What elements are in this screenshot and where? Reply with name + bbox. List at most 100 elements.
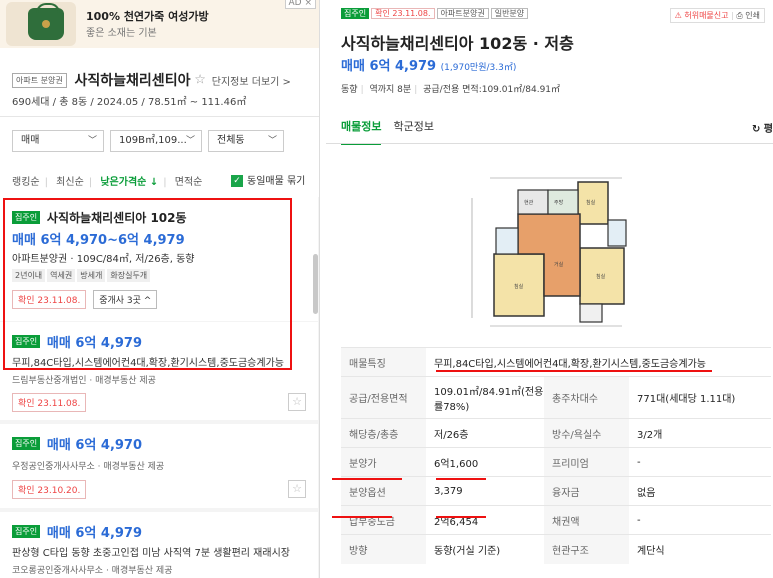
sort-low-price[interactable]: 낮은가격순 ↓ (100, 177, 158, 188)
ad-banner[interactable]: 100% 천연가죽 여성가방 좋은 소재는 기본 AD × (0, 0, 319, 48)
svg-text:침실: 침실 (586, 199, 596, 206)
chevron-down-icon: ﹀ (185, 136, 195, 146)
svg-text:침실: 침실 (596, 273, 606, 280)
app-root: 100% 천연가죽 여성가방 좋은 소재는 기본 AD × 아파트 분양권 사직… (0, 0, 773, 578)
confirm-date-badge: 확인 23.11.08. (12, 393, 87, 412)
table-value: 저/26층 (426, 418, 544, 448)
favorite-star-icon[interactable]: ☆ (288, 393, 306, 411)
highlight-box (3, 198, 292, 370)
table-key: 공급/전용면적 (341, 376, 426, 419)
trade-type-select[interactable]: 매매 ﹀ (12, 130, 104, 152)
sort-latest[interactable]: 최신순 (56, 177, 84, 188)
report-icon: ⚠ (674, 11, 682, 20)
list-item[interactable]: 집주인 매매 6억 4,979 판상형 C타입 동향 초중고인접 미남 사직역 … (0, 512, 318, 578)
highlight-underline (332, 516, 392, 518)
table-value: - (629, 505, 771, 535)
highlight-underline (332, 478, 402, 480)
owner-tag: 집주인 (341, 8, 370, 19)
listing-agent: 우정공인중개사사무소 · 매경부동산 제공 (12, 462, 165, 472)
highlight-underline (436, 370, 712, 372)
svg-text:거실: 거실 (554, 261, 564, 268)
price-per-area: (1,970만원/3.3㎡) (440, 63, 517, 73)
report-button[interactable]: 허위매물신고 (684, 11, 728, 20)
table-row: 납부중도금 2억6,454 채권액 - (341, 505, 771, 535)
listing-price: 매매 6억 4,970 (46, 438, 143, 453)
chevron-down-icon: ﹀ (267, 136, 277, 146)
dong-select[interactable]: 전체동 ﹀ (208, 130, 284, 152)
ad-close-badge[interactable]: AD × (284, 0, 316, 9)
table-key: 방향 (341, 534, 426, 564)
table-key: 방수/욕실수 (544, 418, 629, 448)
chevron-down-icon: ﹀ (87, 136, 97, 146)
detail-title: 사직하늘채리센티아 102동 · 저층 (341, 34, 574, 53)
svg-text:현관: 현관 (524, 199, 534, 206)
table-key: 분양옵션 (341, 476, 426, 506)
table-key: 분양가 (341, 447, 426, 477)
print-button[interactable]: 인쇄 (745, 11, 760, 20)
area-select[interactable]: 109B㎡,109... ﹀ (110, 130, 202, 152)
sort-options: 랭킹순 | 최신순 | 낮은가격순 ↓ | 면적순 (12, 177, 203, 188)
table-row: 공급/전용면적 109.01㎡/84.91㎡(전용률78%) 총주차대수 771… (341, 376, 771, 419)
ad-subtitle: 좋은 소재는 기본 (86, 28, 157, 39)
svg-text:침실: 침실 (514, 283, 524, 290)
listing-detail-table: 매물특징 무피,84C타입,시스템에어컨4대,확장,환기시스템,중도금승계가능 … (341, 347, 771, 564)
table-key: 채권액 (544, 505, 629, 535)
listing-agent: 코오롱공인중개사사무소 · 매경부동산 제공 (12, 566, 173, 576)
highlight-underline (436, 478, 486, 480)
group-same-listings-checkbox[interactable]: ✓ 동일매물 묶기 (231, 172, 305, 187)
refresh-button[interactable]: ↻ 평 (752, 120, 773, 135)
owner-tag: 집주인 (12, 525, 41, 538)
confirm-date-badge: 확인 23.11.08. (371, 8, 435, 19)
favorite-star-icon[interactable]: ☆ (194, 73, 206, 88)
complex-detail-link[interactable]: 단지정보 더보기 > (212, 77, 291, 88)
list-item[interactable]: 집주인 매매 6억 4,970 우정공인중개사사무소 · 매경부동산 제공 확인… (0, 424, 318, 508)
table-row: 분양가 6억1,600 프리미엄 - (341, 447, 771, 477)
detail-price: 매매 6억 4,979 (1,970만원/3.3㎡) (341, 55, 516, 74)
table-value: 771대(세대당 1.11대) (629, 376, 771, 419)
table-row: 매물특징 무피,84C타입,시스템에어컨4대,확장,환기시스템,중도금승계가능 (341, 347, 771, 377)
type-tag: 아파트분양권 (436, 8, 489, 19)
table-value: 무피,84C타입,시스템에어컨4대,확장,환기시스템,중도금승계가능 (426, 347, 771, 377)
listing-agent: 드림부동산중개법인 · 매경부동산 제공 (12, 376, 156, 386)
check-icon: ✓ (231, 175, 243, 187)
confirm-date-badge: 확인 23.10.20. (12, 480, 87, 499)
group-same-listings-label: 동일매물 묶기 (247, 176, 306, 187)
ad-image (6, 2, 76, 46)
complex-header: 아파트 분양권 사직하늘채리센티아 ☆ 단지정보 더보기 > (12, 70, 312, 90)
table-key: 매물특징 (341, 347, 426, 377)
owner-tag: 집주인 (12, 437, 41, 450)
tab-listing-info[interactable]: 매물정보 (341, 118, 382, 145)
table-value: 계단식 (629, 534, 771, 564)
table-key: 융자금 (544, 476, 629, 506)
complex-info: 690세대 / 총 8동 / 2024.05 / 78.51㎡ ~ 111.46… (12, 97, 247, 108)
table-value: 2억6,454 (426, 505, 544, 535)
detail-price-value: 매매 6억 4,979 (341, 59, 437, 74)
complex-name: 사직하늘채리센티아 (74, 73, 191, 89)
table-value: 동향(거실 기준) (426, 534, 544, 564)
listing-panel: 100% 천연가죽 여성가방 좋은 소재는 기본 AD × 아파트 분양권 사직… (0, 0, 320, 578)
detail-tabs: 매물정보 학군정보 (341, 118, 446, 145)
divider (0, 116, 319, 117)
sort-area[interactable]: 면적순 (175, 177, 203, 188)
bag-icon (28, 3, 64, 40)
detail-tags: 집주인 확인 23.11.08. 아파트분양권 일반분양 (341, 8, 529, 19)
table-key: 프리미엄 (544, 447, 629, 477)
scrollbar[interactable] (313, 254, 318, 314)
divider (326, 143, 773, 144)
trade-type-value: 매매 (21, 135, 40, 146)
floor-plan-image[interactable]: 침실 거실 침실 침실 현관 주방 (462, 168, 637, 336)
area-value: 109B㎡,109... (119, 135, 187, 146)
table-value: 3,379 (426, 476, 544, 506)
table-key: 현관구조 (544, 534, 629, 564)
sort-ranking[interactable]: 랭킹순 (12, 177, 40, 188)
table-value: 109.01㎡/84.91㎡(전용률78%) (426, 376, 544, 419)
table-row: 방향 동향(거실 기준) 현관구조 계단식 (341, 534, 771, 564)
listing-price: 매매 6억 4,979 (46, 526, 143, 541)
table-row: 해당층/총층 저/26층 방수/욕실수 3/2개 (341, 418, 771, 448)
table-value: 없음 (629, 476, 771, 506)
table-value: 6억1,600 (426, 447, 544, 477)
detail-panel: 집주인 확인 23.11.08. 아파트분양권 일반분양 ⚠ 허위매물신고 | ⎙ 인… (326, 0, 773, 578)
table-key: 해당층/총층 (341, 418, 426, 448)
tab-school-info[interactable]: 학군정보 (393, 118, 433, 143)
favorite-star-icon[interactable]: ☆ (288, 480, 306, 498)
